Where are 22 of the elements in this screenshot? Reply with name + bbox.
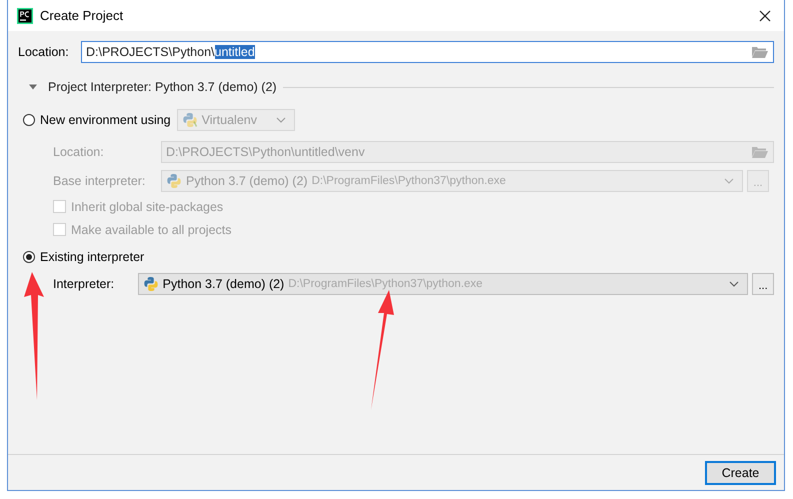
collapse-triangle-icon[interactable] [28,83,38,91]
interpreter-label: Interpreter: [53,277,116,291]
browse-button[interactable]: ... [752,273,774,295]
interpreter-dropdown[interactable]: Python 3.7 (demo) (2) D:\ProgramFiles\Python37\python.exe [138,273,748,295]
location-label: Location: [18,45,70,59]
python-logo-icon [142,276,159,292]
section-title[interactable]: Project Interpreter: Python 3.7 (demo) (2) [48,80,277,94]
radio-button[interactable] [23,251,35,263]
folder-icon[interactable] [752,46,768,58]
radio-label[interactable]: Existing interpreter [40,250,144,264]
close-icon[interactable] [759,10,771,22]
base-interpreter-label: Base interpreter: [53,174,146,188]
chevron-down-icon [724,178,734,184]
chevron-down-icon [729,281,740,287]
app-logo-icon [17,8,33,24]
python-logo-icon [182,112,198,128]
create-button[interactable]: Create [705,461,776,485]
chevron-down-icon [276,117,286,123]
window-title: Create Project [40,8,124,23]
location-input-field[interactable]: D:\PROJECTS\Python\untitled [81,41,774,63]
location-label: Location: [53,145,105,159]
python-logo-icon [166,173,182,189]
